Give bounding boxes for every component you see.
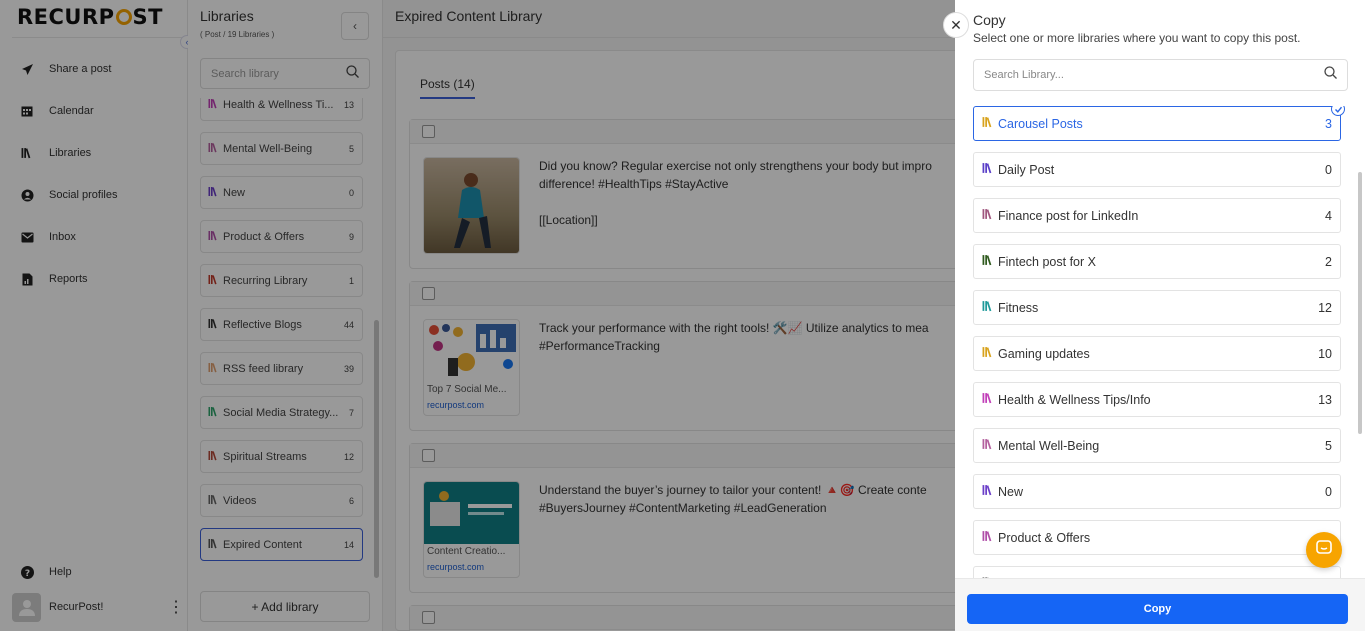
library-name: Mental Well-Being [998,438,1100,453]
copy-library-option[interactable]: Fitness 12 [973,290,1341,325]
library-icon [982,116,994,131]
library-count: 0 [1325,484,1332,499]
library-count: 13 [1318,392,1332,407]
library-icon [982,438,994,453]
library-count: 0 [1325,162,1332,177]
copy-library-option[interactable]: Mental Well-Being 5 [973,428,1341,463]
copy-library-option[interactable]: New 0 [973,474,1341,509]
close-icon: ✕ [950,16,962,33]
library-icon [982,300,994,315]
check-icon [1331,106,1345,116]
library-count: 3 [1325,116,1332,131]
library-name: Gaming updates [998,346,1090,361]
library-name: Finance post for LinkedIn [998,208,1139,223]
chat-icon [1315,539,1333,562]
library-name: Carousel Posts [998,116,1083,131]
copy-drawer: Copy Select one or more libraries where … [955,0,1365,631]
copy-search-placeholder: Search Library... [984,69,1064,81]
copy-library-option[interactable]: Health & Wellness Tips/Info 13 [973,382,1341,417]
library-count: 10 [1318,346,1332,361]
copy-library-list: Carousel Posts 3 Daily Post 0 Finance post f… [973,106,1345,578]
close-drawer-button[interactable]: ✕ [943,12,969,38]
copy-library-option[interactable] [973,566,1341,578]
library-count: 4 [1325,208,1332,223]
drawer-footer: Copy [955,578,1365,631]
copy-library-option[interactable]: Daily Post 0 [973,152,1341,187]
library-count: 12 [1318,300,1332,315]
copy-library-option[interactable]: Product & Offers [973,520,1341,555]
copy-library-search-input[interactable]: Search Library... [973,59,1348,91]
library-name: Daily Post [998,162,1055,177]
search-icon [1324,66,1337,84]
chat-widget-button[interactable] [1306,532,1342,568]
modal-backdrop[interactable] [0,0,955,631]
library-icon [982,208,994,223]
library-icon [982,346,994,361]
library-name: New [998,484,1024,499]
copy-library-option[interactable]: Finance post for LinkedIn 4 [973,198,1341,233]
library-icon [982,530,994,545]
library-icon [982,484,994,499]
library-icon [982,254,994,269]
copy-library-option[interactable]: Carousel Posts 3 [973,106,1345,141]
library-icon [982,162,994,177]
library-name: Fitness [998,300,1039,315]
library-icon [982,392,994,407]
library-count: 2 [1325,254,1332,269]
library-name: Fintech post for X [998,254,1096,269]
drawer-title: Copy [973,12,1006,28]
library-count: 5 [1325,438,1332,453]
drawer-subtitle: Select one or more libraries where you w… [973,31,1301,45]
copy-button[interactable]: Copy [967,594,1348,624]
library-name: Health & Wellness Tips/Info [998,392,1151,407]
scrollbar[interactable] [1358,172,1362,434]
copy-library-option[interactable]: Gaming updates 10 [973,336,1341,371]
copy-library-option[interactable]: Fintech post for X 2 [973,244,1341,279]
library-name: Product & Offers [998,530,1091,545]
